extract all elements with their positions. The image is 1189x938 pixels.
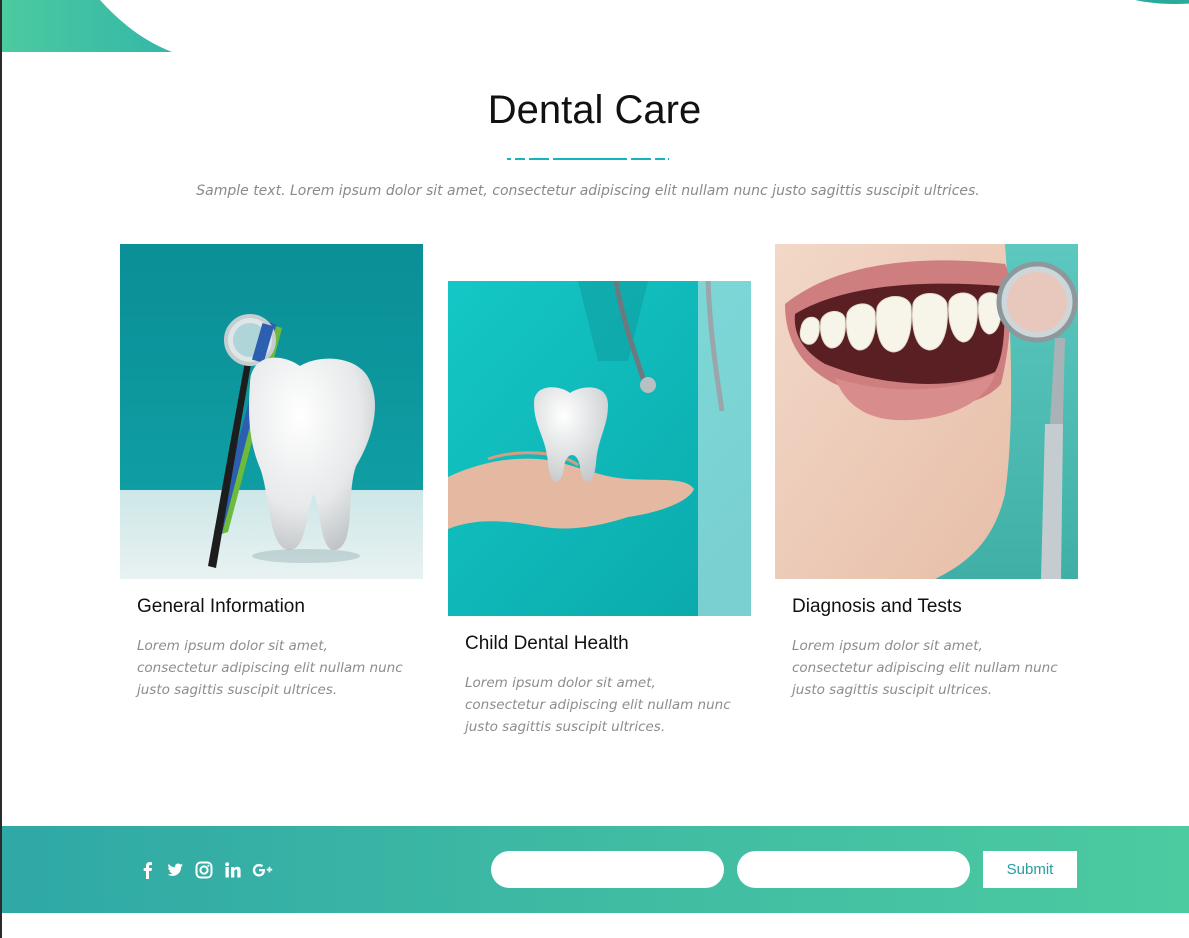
- card-description: Lorem ipsum dolor sit amet, consectetur …: [465, 675, 731, 735]
- section-subtitle: Sample text. Lorem ipsum dolor sit amet,…: [196, 183, 980, 199]
- section-title: Dental Care: [487, 88, 702, 132]
- card-title: General Information: [137, 596, 305, 617]
- footer-bar: Submit: [2, 826, 1189, 913]
- corner-decoration-right: [1110, 0, 1189, 4]
- card-description: Lorem ipsum dolor sit amet, consectetur …: [792, 638, 1058, 698]
- google-plus-icon[interactable]: [252, 861, 274, 879]
- corner-decoration-left: [2, 0, 172, 52]
- card-general-information: General Information Lorem ipsum dolor si…: [120, 244, 423, 714]
- card-diagnosis-and-tests: Diagnosis and Tests Lorem ipsum dolor si…: [775, 244, 1078, 714]
- linkedin-icon[interactable]: [224, 861, 242, 879]
- instagram-icon[interactable]: [195, 861, 213, 879]
- facebook-icon[interactable]: [139, 861, 157, 879]
- name-field[interactable]: [491, 851, 724, 888]
- card-title: Child Dental Health: [465, 633, 629, 654]
- card-title: Diagnosis and Tests: [792, 596, 962, 617]
- window-left-border: [0, 0, 2, 938]
- card-image-smile-dental-mirror: [775, 244, 1078, 579]
- title-divider: [507, 158, 669, 160]
- card-child-dental-health: Child Dental Health Lorem ipsum dolor si…: [448, 281, 751, 751]
- card-image-tooth-toothbrush: [120, 244, 423, 579]
- twitter-icon[interactable]: [166, 861, 184, 879]
- card-description: Lorem ipsum dolor sit amet, consectetur …: [137, 638, 403, 698]
- submit-button[interactable]: Submit: [983, 851, 1077, 888]
- email-field[interactable]: [737, 851, 970, 888]
- card-image-doctor-holding-tooth: [448, 281, 751, 616]
